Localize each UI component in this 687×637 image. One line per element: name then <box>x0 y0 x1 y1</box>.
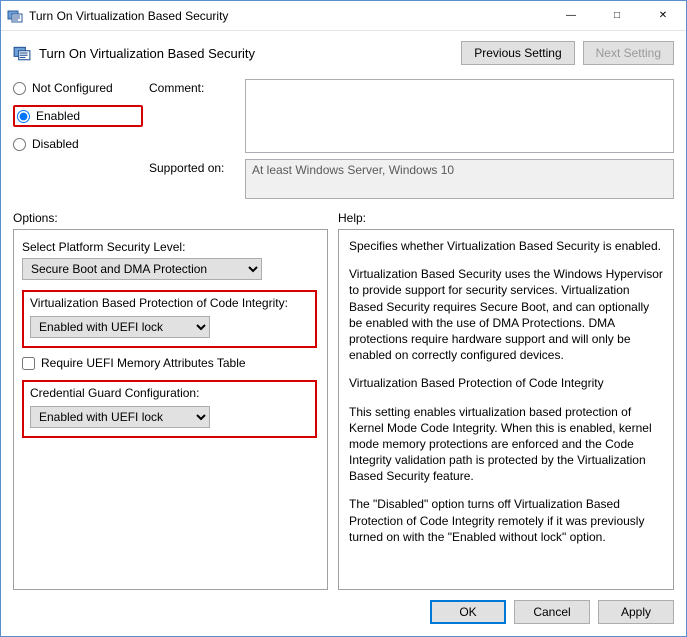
help-pane[interactable]: Specifies whether Virtualization Based S… <box>338 229 674 590</box>
options-pane: Select Platform Security Level: Secure B… <box>13 229 328 590</box>
help-p5: The "Disabled" option turns off Virtuali… <box>349 496 663 545</box>
radio-enabled-input[interactable] <box>17 110 30 123</box>
help-p4: This setting enables virtualization base… <box>349 404 663 485</box>
radio-enabled[interactable]: Enabled <box>13 105 143 127</box>
radio-enabled-label: Enabled <box>36 109 80 123</box>
app-icon <box>7 8 23 24</box>
minimize-button[interactable]: — <box>548 1 594 31</box>
require-uefi-row[interactable]: Require UEFI Memory Attributes Table <box>22 356 319 370</box>
platform-security-label: Select Platform Security Level: <box>22 240 319 254</box>
radio-disabled[interactable]: Disabled <box>13 137 143 151</box>
platform-security-select[interactable]: Secure Boot and DMA Protection <box>22 258 262 280</box>
dialog-window: Turn On Virtualization Based Security — … <box>0 0 687 637</box>
panes: Select Platform Security Level: Secure B… <box>1 229 686 590</box>
radio-disabled-input[interactable] <box>13 138 26 151</box>
code-integrity-group: Virtualization Based Protection of Code … <box>22 290 317 348</box>
radio-disabled-label: Disabled <box>32 137 79 151</box>
require-uefi-label: Require UEFI Memory Attributes Table <box>41 356 246 370</box>
maximize-button[interactable]: □ <box>594 1 640 31</box>
footer: OK Cancel Apply <box>1 590 686 636</box>
comment-input[interactable] <box>245 79 674 153</box>
policy-icon <box>13 44 31 62</box>
ok-button[interactable]: OK <box>430 600 506 624</box>
close-button[interactable]: ✕ <box>640 1 686 31</box>
next-setting-button[interactable]: Next Setting <box>583 41 674 65</box>
help-p3: Virtualization Based Protection of Code … <box>349 375 663 391</box>
state-radios: Not Configured Enabled Disabled <box>13 79 143 151</box>
require-uefi-checkbox[interactable] <box>22 357 35 370</box>
code-integrity-label: Virtualization Based Protection of Code … <box>30 296 309 310</box>
help-p2: Virtualization Based Security uses the W… <box>349 266 663 363</box>
radio-not-configured[interactable]: Not Configured <box>13 81 143 95</box>
supported-label: Supported on: <box>149 159 239 175</box>
apply-button[interactable]: Apply <box>598 600 674 624</box>
pane-labels: Options: Help: <box>1 205 686 229</box>
header-title: Turn On Virtualization Based Security <box>39 46 453 61</box>
supported-on-box: At least Windows Server, Windows 10 <box>245 159 674 199</box>
comment-label: Comment: <box>149 79 239 95</box>
options-label: Options: <box>13 211 338 225</box>
radio-not-configured-input[interactable] <box>13 82 26 95</box>
credential-guard-group: Credential Guard Configuration: Enabled … <box>22 380 317 438</box>
help-p1: Specifies whether Virtualization Based S… <box>349 238 663 254</box>
window-title: Turn On Virtualization Based Security <box>29 9 548 23</box>
titlebar: Turn On Virtualization Based Security — … <box>1 1 686 31</box>
previous-setting-button[interactable]: Previous Setting <box>461 41 574 65</box>
supported-on-text: At least Windows Server, Windows 10 <box>252 163 454 177</box>
code-integrity-select[interactable]: Enabled with UEFI lock <box>30 316 210 338</box>
credential-guard-label: Credential Guard Configuration: <box>30 386 309 400</box>
credential-guard-select[interactable]: Enabled with UEFI lock <box>30 406 210 428</box>
top-section: Not Configured Enabled Disabled Comment:… <box>1 73 686 205</box>
header: Turn On Virtualization Based Security Pr… <box>1 31 686 73</box>
radio-not-configured-label: Not Configured <box>32 81 113 95</box>
cancel-button[interactable]: Cancel <box>514 600 590 624</box>
help-label: Help: <box>338 211 674 225</box>
